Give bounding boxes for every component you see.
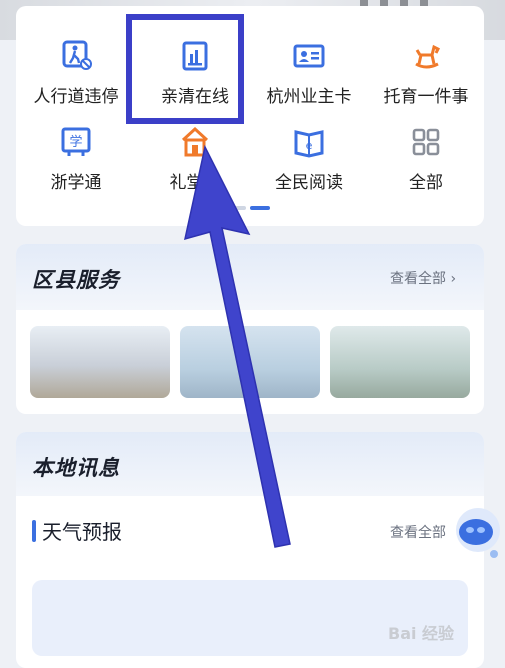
service-label: 人行道违停 <box>33 87 119 107</box>
weather-title: 天气预报 <box>42 520 122 544</box>
section-header: 区县服务 查看全部 › <box>16 244 484 310</box>
service-label: 浙学通 <box>50 173 102 193</box>
svg-text:e: e <box>306 139 313 152</box>
weather-panel[interactable] <box>32 580 468 656</box>
service-item-reading[interactable]: e 全民阅读 <box>249 124 369 193</box>
district-thumbnail[interactable] <box>180 326 320 398</box>
id-card-icon <box>293 44 325 68</box>
book-icon: e <box>294 130 324 158</box>
title-accent-bar <box>32 520 36 542</box>
section-title: 本地讯息 <box>32 456 120 480</box>
page-dot-active <box>250 206 270 210</box>
service-item-pedestrian-parking[interactable]: 人行道违停 <box>16 38 136 107</box>
service-label: 礼堂家 <box>169 173 221 193</box>
district-services-card: 区县服务 查看全部 › <box>16 244 484 414</box>
service-grid-card: 人行道违停 亲清在线 杭州业主卡 托育一件事 学 浙学通 礼堂家 e 全民阅读 … <box>16 6 484 226</box>
district-thumbnail[interactable] <box>30 326 170 398</box>
watermark: Bai 经验 <box>388 624 455 643</box>
study-icon: 学 <box>61 127 91 156</box>
service-item-zhexuetong[interactable]: 学 浙学通 <box>16 124 136 193</box>
district-thumbnail[interactable] <box>330 326 470 398</box>
see-all-link[interactable]: 查看全部 <box>390 522 446 542</box>
grid-icon <box>412 128 440 156</box>
service-item-owner-card[interactable]: 杭州业主卡 <box>249 38 369 107</box>
see-all-link[interactable]: 查看全部 › <box>390 268 456 288</box>
service-item-litang[interactable]: 礼堂家 <box>135 124 255 193</box>
pedestrian-icon <box>62 40 92 70</box>
service-item-childcare[interactable]: 托育一件事 <box>366 38 484 107</box>
service-item-all[interactable]: 全部 <box>366 124 484 193</box>
hall-icon <box>181 126 209 157</box>
service-label: 杭州业主卡 <box>266 87 352 107</box>
section-title: 区县服务 <box>32 268 120 292</box>
svg-text:学: 学 <box>69 134 82 150</box>
service-label: 全部 <box>409 173 443 193</box>
page-dot <box>232 206 246 210</box>
section-header: 本地讯息 <box>16 432 484 496</box>
rocking-horse-icon <box>415 44 441 69</box>
assistant-robot-icon[interactable] <box>448 496 502 566</box>
service-label: 托育一件事 <box>383 87 469 107</box>
highlight-box <box>126 14 244 124</box>
service-label: 全民阅读 <box>275 173 343 193</box>
